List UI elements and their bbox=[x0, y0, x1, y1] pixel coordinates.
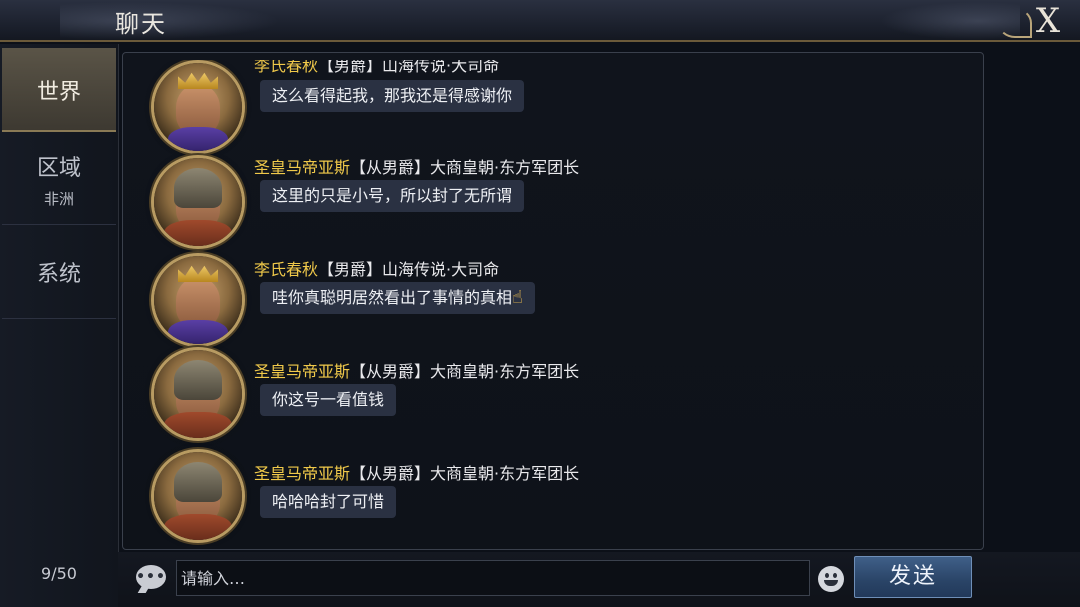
helmet-icon bbox=[174, 360, 222, 400]
chat-message: 李氏春秋【男爵】山海传说·大司命 哇你真聪明居然看出了事情的真相☝ bbox=[126, 256, 980, 362]
tab-system-label: 系统 bbox=[36, 262, 81, 287]
sender-name[interactable]: 圣皇马帝亚斯 bbox=[254, 464, 350, 483]
thumbs-up-icon: ☝ bbox=[512, 287, 523, 308]
message-sender: 圣皇马帝亚斯【从男爵】大商皇朝·东方军团长 bbox=[254, 358, 579, 382]
message-count: 9/50 bbox=[41, 564, 77, 583]
title-bar: 聊天 X bbox=[0, 0, 1080, 42]
warrior-avatar[interactable] bbox=[154, 350, 242, 438]
tab-region-sublabel: 非洲 bbox=[43, 190, 74, 208]
sender-name[interactable]: 李氏春秋 bbox=[254, 260, 318, 279]
chat-message-list[interactable]: 李氏春秋【男爵】山海传说·大司命 这么看得起我，那我还是得感谢你 圣皇马帝亚斯【… bbox=[126, 60, 980, 546]
message-text: 哈哈哈封了可惜 bbox=[272, 492, 385, 511]
helmet-icon bbox=[174, 168, 222, 208]
king-avatar[interactable] bbox=[154, 256, 242, 344]
message-bubble: 这么看得起我，那我还是得感谢你 bbox=[260, 80, 525, 112]
tab-system[interactable]: 系统 bbox=[2, 226, 116, 319]
title-ornament-left bbox=[60, 2, 280, 40]
chat-message: 圣皇马帝亚斯【从男爵】大商皇朝·东方军团长 你这号一看值钱 bbox=[126, 350, 980, 464]
message-text: 这里的只是小号，所以封了无所谓 bbox=[272, 186, 513, 205]
sender-title: 【从男爵】大商皇朝·东方军团长 bbox=[350, 158, 580, 177]
message-sender: 李氏春秋【男爵】山海传说·大司命 bbox=[254, 256, 499, 280]
message-bubble: 你这号一看值钱 bbox=[260, 384, 397, 416]
sender-name[interactable]: 圣皇马帝亚斯 bbox=[254, 362, 350, 381]
crown-icon bbox=[178, 265, 218, 282]
sender-title: 【男爵】山海传说·大司命 bbox=[318, 60, 500, 75]
message-sender: 圣皇马帝亚斯【从男爵】大商皇朝·东方军团长 bbox=[254, 460, 579, 484]
tab-region-label: 区域 bbox=[36, 156, 81, 181]
chat-message: 李氏春秋【男爵】山海传说·大司命 这么看得起我，那我还是得感谢你 bbox=[126, 60, 980, 160]
chat-message: 圣皇马帝亚斯【从男爵】大商皇朝·东方军团长 这里的只是小号，所以封了无所谓 bbox=[126, 158, 980, 260]
sender-title: 【从男爵】大商皇朝·东方军团长 bbox=[350, 464, 580, 483]
message-text: 你这号一看值钱 bbox=[272, 390, 385, 409]
emoji-icon[interactable] bbox=[818, 566, 844, 592]
message-bubble: 哇你真聪明居然看出了事情的真相☝ bbox=[260, 282, 535, 314]
message-bubble: 哈哈哈封了可惜 bbox=[260, 486, 397, 518]
king-avatar[interactable] bbox=[154, 63, 242, 151]
message-text: 哇你真聪明居然看出了事情的真相 bbox=[272, 288, 513, 307]
window-title: 聊天 bbox=[115, 10, 167, 38]
sender-title: 【男爵】山海传说·大司命 bbox=[318, 260, 500, 279]
warrior-avatar[interactable] bbox=[154, 158, 242, 246]
tab-world[interactable]: 世界 bbox=[2, 48, 116, 132]
close-icon: X bbox=[1035, 1, 1061, 41]
message-bubble: 这里的只是小号，所以封了无所谓 bbox=[260, 180, 525, 212]
sender-name[interactable]: 圣皇马帝亚斯 bbox=[254, 158, 350, 177]
tab-region[interactable]: 区域 非洲 bbox=[2, 132, 116, 225]
sender-name[interactable]: 李氏春秋 bbox=[254, 60, 318, 75]
close-button[interactable]: X bbox=[998, 1, 1072, 41]
sender-title: 【从男爵】大商皇朝·东方军团长 bbox=[350, 362, 580, 381]
message-text: 这么看得起我，那我还是得感谢你 bbox=[272, 86, 513, 105]
message-sender: 李氏春秋【男爵】山海传说·大司命 bbox=[254, 60, 499, 76]
tab-world-label: 世界 bbox=[36, 80, 81, 105]
send-button[interactable]: 发送 bbox=[854, 556, 972, 598]
crown-icon bbox=[178, 72, 218, 89]
chat-input[interactable] bbox=[176, 560, 810, 596]
helmet-icon bbox=[174, 462, 222, 502]
message-sender: 圣皇马帝亚斯【从男爵】大商皇朝·东方军团长 bbox=[254, 154, 579, 178]
ornament-swirl-icon bbox=[998, 8, 1032, 38]
warrior-avatar[interactable] bbox=[154, 452, 242, 540]
sidebar: 世界 区域 非洲 系统 9/50 bbox=[0, 44, 119, 607]
chat-message: 圣皇马帝亚斯【从男爵】大商皇朝·东方军团长 哈哈哈封了可惜 bbox=[126, 452, 980, 546]
chat-bubble-icon[interactable]: ••• bbox=[136, 565, 166, 589]
